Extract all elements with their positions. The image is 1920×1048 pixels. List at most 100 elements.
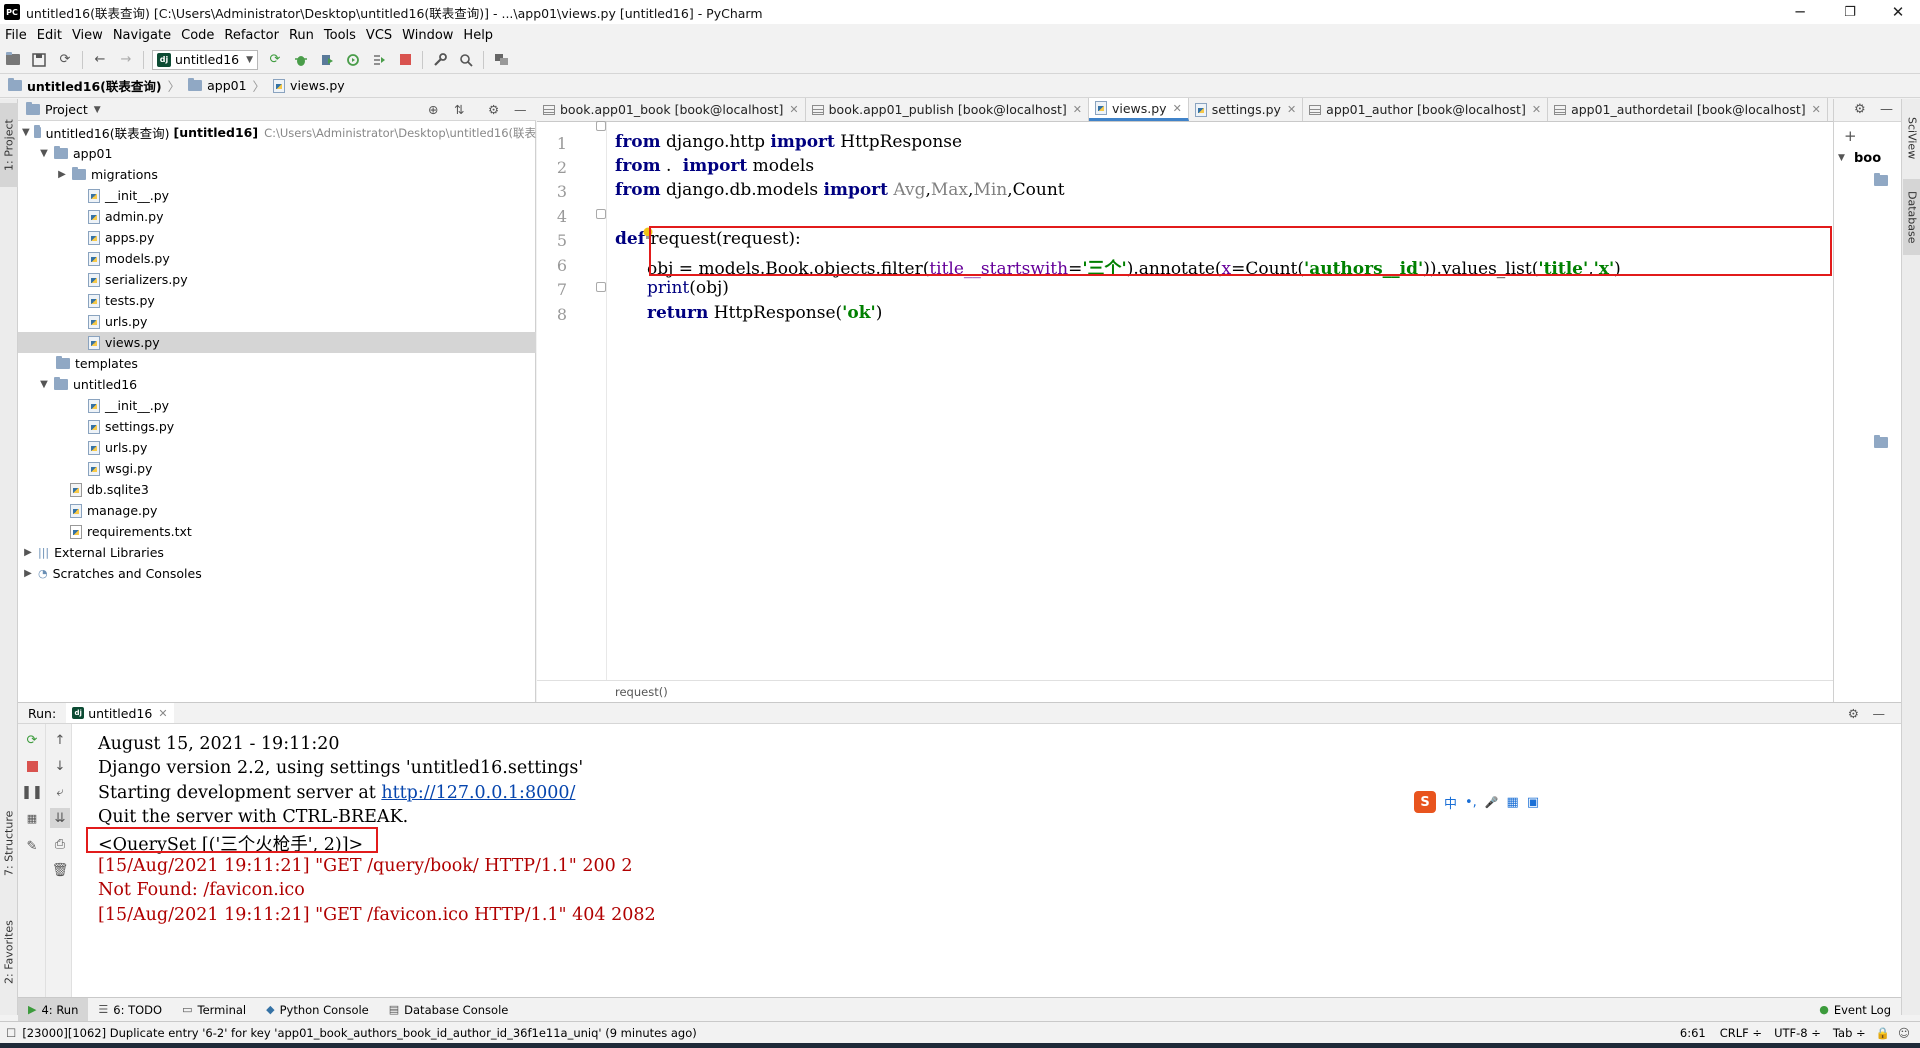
menu-vcs[interactable]: VCS: [361, 28, 397, 43]
tab-book-app01-book[interactable]: book.app01_book [book@localhost] ✕: [537, 98, 806, 121]
ime-toolbar[interactable]: S 中 •, 🎤 ▦ ▣: [1410, 790, 1550, 814]
wrench-settings-icon[interactable]: [429, 49, 451, 71]
tab-settings-py[interactable]: settings.py ✕: [1189, 98, 1304, 121]
debug-icon[interactable]: [290, 49, 312, 71]
event-log-button[interactable]: ● Event Log: [1809, 998, 1901, 1022]
keyboard-icon[interactable]: ▦: [1507, 795, 1519, 810]
project-view-label[interactable]: Project: [45, 102, 88, 117]
open-folder-icon[interactable]: [2, 49, 24, 71]
tree-item-file[interactable]: admin.py: [18, 206, 536, 227]
profile-icon[interactable]: [342, 49, 364, 71]
line-separator[interactable]: CRLF ÷: [1720, 1026, 1762, 1040]
python-console-icon[interactable]: [490, 49, 512, 71]
breadcrumb-views-py[interactable]: views.py: [273, 78, 345, 93]
locate-file-icon[interactable]: ⊕: [428, 102, 438, 117]
status-message[interactable]: [23000][1062] Duplicate entry '6-2' for …: [22, 1026, 696, 1040]
tool-tab-terminal[interactable]: ▭ Terminal: [172, 998, 256, 1022]
cursor-position[interactable]: 6:61: [1680, 1026, 1706, 1040]
gear-icon[interactable]: ⚙: [488, 102, 499, 117]
menu-refactor[interactable]: Refactor: [219, 28, 284, 43]
tree-item-file[interactable]: manage.py: [18, 500, 536, 521]
tool-tab-todo[interactable]: ☰ 6: TODO: [88, 998, 172, 1022]
menu-navigate[interactable]: Navigate: [108, 28, 176, 43]
tree-item-file[interactable]: serializers.py: [18, 269, 536, 290]
breadcrumb-app01[interactable]: app01: [188, 78, 247, 93]
arrow-down-icon[interactable]: ↓: [50, 756, 70, 776]
gear-icon[interactable]: ⚙: [1854, 102, 1866, 117]
microphone-icon[interactable]: 🎤: [1485, 796, 1499, 809]
pin-icon[interactable]: ✎: [22, 836, 42, 856]
menu-run[interactable]: Run: [284, 28, 319, 43]
tool-tab-run[interactable]: ▶ 4: Run: [18, 997, 89, 1022]
project-tool-tab[interactable]: 1: Project: [0, 103, 18, 187]
tree-item-scratches[interactable]: ▶ ◔ Scratches and Consoles: [18, 563, 536, 584]
stop-icon[interactable]: [394, 49, 416, 71]
tree-item-file[interactable]: __init__.py: [18, 395, 536, 416]
menu-code[interactable]: Code: [176, 28, 219, 43]
tree-item-file[interactable]: urls.py: [18, 437, 536, 458]
tab-views-py[interactable]: views.py ✕: [1088, 98, 1189, 121]
sciview-tool-tab[interactable]: SciView: [1903, 109, 1920, 167]
run-configuration-select[interactable]: dj untitled16 ▼: [152, 49, 258, 70]
coverage-icon[interactable]: [316, 49, 338, 71]
run-concurrency-icon[interactable]: [368, 49, 390, 71]
tool-tab-python-console[interactable]: ◆ Python Console: [256, 998, 379, 1022]
pause-icon[interactable]: ❚❚: [21, 782, 43, 802]
minimize-button[interactable]: ─: [1780, 0, 1820, 24]
layout-icon[interactable]: ▦: [22, 808, 42, 828]
menu-edit[interactable]: Edit: [32, 28, 67, 43]
tree-item-file[interactable]: __init__.py: [18, 185, 536, 206]
save-all-icon[interactable]: [28, 49, 50, 71]
close-icon[interactable]: ✕: [789, 103, 798, 116]
hide-panel-icon[interactable]: —: [514, 102, 527, 117]
scroll-to-end-icon[interactable]: ⇊: [50, 808, 70, 828]
print-icon[interactable]: ⎙: [50, 834, 70, 854]
close-icon[interactable]: ✕: [1073, 103, 1082, 116]
rerun-icon[interactable]: ⟳: [264, 49, 286, 71]
tab-app01-authordetail[interactable]: app01_authordetail [book@localhost] ✕: [1548, 98, 1828, 121]
tree-item-file[interactable]: urls.py: [18, 311, 536, 332]
ime-menu-icon[interactable]: ▣: [1527, 795, 1539, 810]
tree-item-file[interactable]: models.py: [18, 248, 536, 269]
database-tool-tab[interactable]: Database: [1903, 179, 1920, 255]
tab-app01-author[interactable]: app01_author [book@localhost] ✕: [1303, 98, 1549, 121]
close-icon[interactable]: ✕: [1812, 103, 1821, 116]
tree-item-file[interactable]: settings.py: [18, 416, 536, 437]
tree-item-file[interactable]: requirements.txt: [18, 521, 536, 542]
tree-item-root[interactable]: ▼ untitled16(联表查询) [untitled16] C:\Users…: [18, 122, 536, 143]
run-console[interactable]: ⟳ ❚❚ ▦ ✎ ↑ ↓ ⤶ ⇊ ⎙ 🗑 August 15, 2021 - 1…: [18, 724, 1901, 997]
tree-item-migrations[interactable]: ▶ migrations: [18, 164, 536, 185]
tree-item-file[interactable]: apps.py: [18, 227, 536, 248]
file-encoding[interactable]: UTF-8 ÷: [1774, 1026, 1821, 1040]
tree-item-external-libraries[interactable]: ▶ ||| External Libraries: [18, 542, 536, 563]
inspector-icon[interactable]: ☺: [1898, 1026, 1910, 1040]
tree-item-file[interactable]: wsgi.py: [18, 458, 536, 479]
rerun-icon[interactable]: ⟳: [22, 730, 42, 750]
tree-item-file[interactable]: tests.py: [18, 290, 536, 311]
hide-panel-icon[interactable]: —: [1880, 102, 1893, 117]
trash-icon[interactable]: 🗑: [50, 860, 70, 880]
close-button[interactable]: ✕: [1878, 0, 1918, 24]
tree-item-views-py[interactable]: views.py: [18, 332, 536, 353]
structure-tool-tab[interactable]: 7: Structure: [0, 799, 18, 887]
close-icon[interactable]: ✕: [158, 707, 167, 720]
hide-panel-icon[interactable]: —: [1873, 706, 1886, 721]
maximize-button[interactable]: ❐: [1830, 0, 1870, 24]
chevron-down-icon[interactable]: ▼: [94, 105, 101, 115]
close-icon[interactable]: ✕: [1532, 103, 1541, 116]
close-icon[interactable]: ✕: [1287, 103, 1296, 116]
arrow-up-icon[interactable]: ↑: [50, 730, 70, 750]
indent-setting[interactable]: Tab ÷: [1833, 1026, 1866, 1040]
fold-marker-icon[interactable]: [596, 121, 606, 131]
gear-icon[interactable]: ⚙: [1848, 706, 1859, 721]
tree-item-untitled16[interactable]: ▼ untitled16: [18, 374, 536, 395]
status-message-icon[interactable]: ☐: [6, 1026, 16, 1040]
tree-item-file[interactable]: db.sqlite3: [18, 479, 536, 500]
back-arrow-icon[interactable]: ←: [89, 49, 111, 71]
breadcrumb-project[interactable]: untitled16(联表查询): [8, 76, 162, 95]
menu-window[interactable]: Window: [397, 28, 458, 43]
fold-marker-icon[interactable]: [596, 209, 606, 219]
ime-punctuation-icon[interactable]: •,: [1465, 795, 1477, 810]
menu-view[interactable]: View: [67, 28, 108, 43]
sync-icon[interactable]: ⟳: [54, 49, 76, 71]
